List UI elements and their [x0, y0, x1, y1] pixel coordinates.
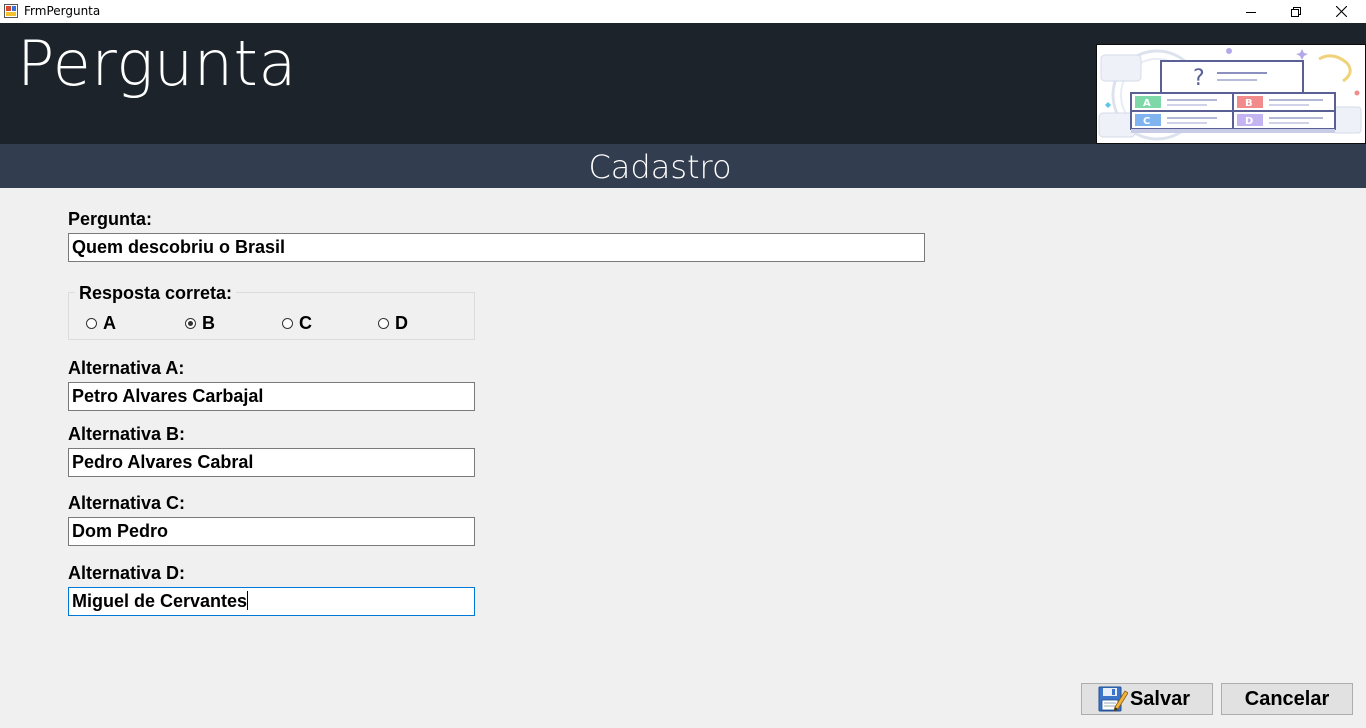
quiz-illustration: ? A B C D [1096, 44, 1366, 144]
alternative-d-input[interactable]: Miguel de Cervantes [68, 587, 475, 616]
radio-circle [378, 318, 389, 329]
radio-option-c[interactable]: C [282, 313, 312, 334]
svg-text:D: D [1245, 116, 1253, 127]
minimize-button[interactable] [1228, 0, 1274, 23]
alternative-c-input[interactable]: Dom Pedro [68, 517, 475, 546]
save-button-label: Salvar [1129, 687, 1191, 710]
cancel-button[interactable]: Cancelar [1221, 683, 1353, 715]
radio-label: B [202, 313, 215, 333]
close-button[interactable] [1318, 0, 1364, 23]
alternative-b-label: Alternativa B: [68, 424, 186, 444]
svg-text:C: C [1143, 116, 1150, 127]
alternative-d-label: Alternativa D: [68, 563, 186, 583]
radio-label: C [299, 313, 312, 333]
alternative-c-label: Alternativa C: [68, 493, 186, 513]
close-icon [1335, 6, 1347, 17]
question-label: Pergunta: [68, 209, 153, 229]
header-banner: Pergunta ? A B C D [0, 23, 1366, 144]
alternative-a-input[interactable]: Petro Alvares Carbajal [68, 382, 475, 411]
radio-option-d[interactable]: D [378, 313, 408, 334]
section-banner: Cadastro [0, 144, 1366, 188]
save-edit-icon [1098, 686, 1128, 712]
alternative-d-value: Miguel de Cervantes [72, 591, 248, 611]
quiz-illustration-icon: ? A B C D [1098, 48, 1362, 141]
page-title: Pergunta [17, 27, 297, 100]
window-title: FrmPergunta [24, 4, 101, 18]
correct-answer-group: Resposta correta: A B C D [68, 283, 475, 340]
radio-label: A [103, 313, 116, 333]
radio-circle [282, 318, 293, 329]
text-caret [247, 591, 249, 610]
alternative-a-label: Alternativa A: [68, 358, 185, 378]
save-button[interactable]: Salvar [1081, 683, 1213, 715]
restore-button[interactable] [1273, 0, 1319, 23]
svg-text:A: A [1143, 98, 1151, 109]
section-title: Cadastro [588, 148, 732, 186]
form-icon [4, 4, 18, 18]
radio-option-a[interactable]: A [86, 313, 116, 334]
correct-answer-legend: Resposta correta: [75, 283, 237, 304]
svg-text:B: B [1245, 98, 1253, 109]
minimize-icon [1246, 11, 1256, 13]
cancel-button-label: Cancelar [1244, 687, 1330, 710]
radio-option-b[interactable]: B [185, 313, 215, 334]
radio-circle [86, 318, 97, 329]
question-input[interactable]: Quem descobriu o Brasil [68, 233, 925, 262]
radio-label: D [395, 313, 408, 333]
svg-text:?: ? [1193, 66, 1205, 91]
restore-icon [1291, 6, 1301, 17]
title-bar[interactable]: FrmPergunta [0, 0, 1366, 23]
alternative-b-input[interactable]: Pedro Alvares Cabral [68, 448, 475, 477]
radio-circle-selected [185, 318, 196, 329]
